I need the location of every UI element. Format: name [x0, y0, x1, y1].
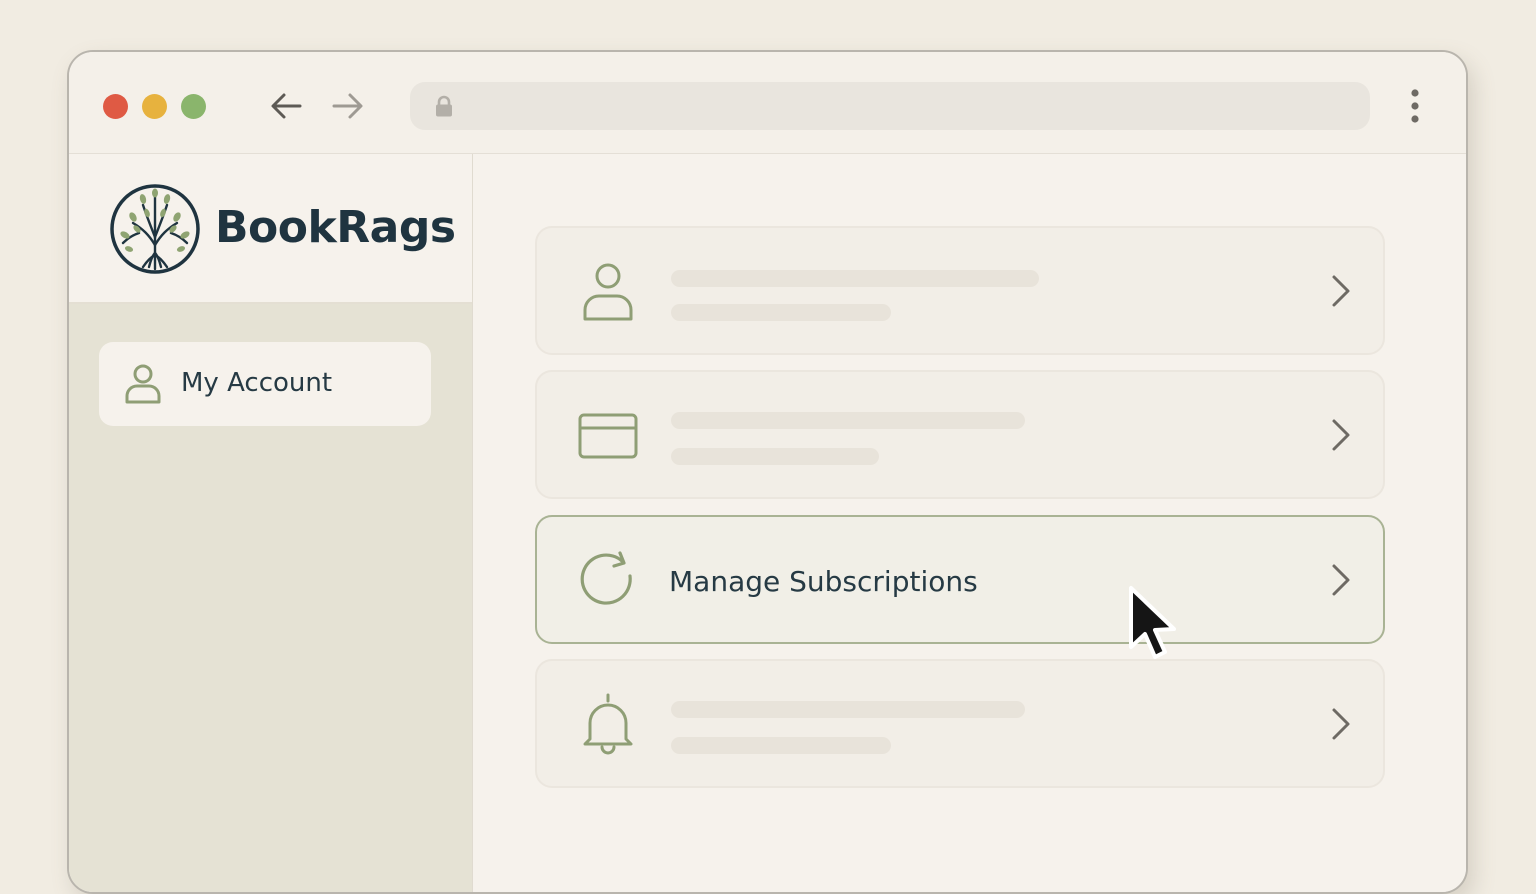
- close-window-button[interactable]: [103, 94, 128, 119]
- browser-menu-button[interactable]: [1397, 86, 1433, 126]
- brand-name: BookRags: [215, 202, 456, 253]
- skeleton-line-title: [671, 270, 1039, 287]
- sidebar-item-label: My Account: [181, 368, 333, 398]
- account-card-profile[interactable]: [535, 226, 1385, 355]
- lock-icon: [436, 95, 452, 117]
- card-title: Manage Subscriptions: [669, 565, 978, 598]
- back-button[interactable]: [266, 86, 306, 126]
- account-card-payment[interactable]: [535, 370, 1385, 499]
- sidebar: BookRags My Account: [69, 154, 473, 892]
- refresh-icon: [580, 551, 632, 605]
- skeleton-line-subtitle: [671, 737, 891, 754]
- skeleton-line-subtitle: [671, 448, 879, 465]
- skeleton-line-title: [671, 701, 1025, 718]
- chevron-right-icon: [1332, 564, 1350, 596]
- chevron-right-icon: [1332, 708, 1350, 740]
- logo-area: BookRags: [69, 154, 472, 304]
- sidebar-item-my-account[interactable]: My Account: [99, 342, 431, 426]
- skeleton-line-subtitle: [671, 304, 891, 321]
- arrow-left-icon: [271, 93, 302, 119]
- forward-button[interactable]: [328, 86, 368, 126]
- minimize-window-button[interactable]: [142, 94, 167, 119]
- account-card-notifications[interactable]: [535, 659, 1385, 788]
- user-icon: [583, 263, 633, 321]
- browser-toolbar: [69, 52, 1466, 154]
- main-content: Manage Subscriptions: [473, 154, 1466, 892]
- zoom-window-button[interactable]: [181, 94, 206, 119]
- browser-window: BookRags My Account Manage Subscriptions: [67, 50, 1468, 894]
- tree-logo-icon: [110, 184, 200, 274]
- user-icon: [125, 364, 161, 404]
- manage-subscriptions-card[interactable]: Manage Subscriptions: [535, 515, 1385, 644]
- address-bar[interactable]: [410, 82, 1370, 130]
- bell-icon: [583, 693, 633, 755]
- skeleton-line-title: [671, 412, 1025, 429]
- credit-card-icon: [578, 413, 638, 459]
- arrow-right-icon: [332, 93, 363, 119]
- chevron-right-icon: [1332, 275, 1350, 307]
- kebab-menu-icon: [1411, 89, 1419, 123]
- chevron-right-icon: [1332, 419, 1350, 451]
